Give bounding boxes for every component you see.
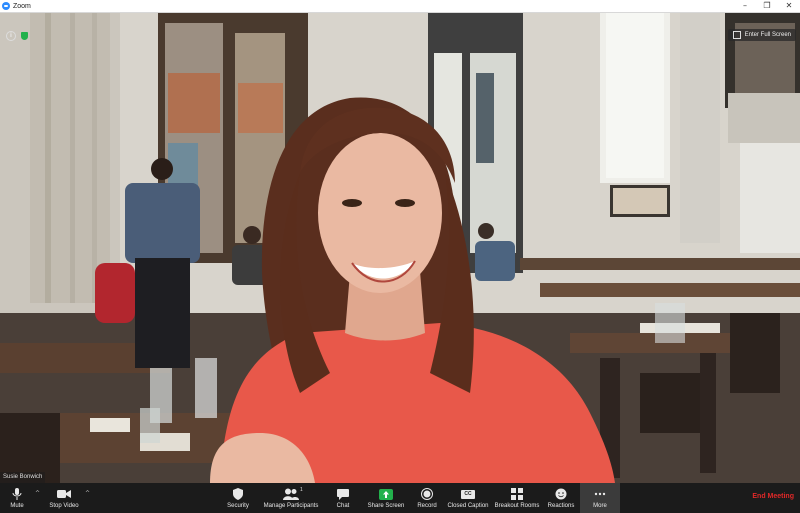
participants-icon (283, 488, 299, 500)
share-screen-icon (379, 488, 393, 500)
stop-video-button[interactable]: Stop Video (46, 483, 82, 513)
reactions-button[interactable]: Reactions (545, 483, 577, 513)
participant-count: 1 (300, 487, 303, 493)
video-options-chevron-icon[interactable]: ^ (85, 490, 90, 497)
breakout-rooms-label: Breakout Rooms (494, 503, 540, 509)
share-screen-button[interactable]: Share Screen (366, 483, 406, 513)
title-bar: Zoom – ❐ ✕ (0, 0, 800, 13)
fullscreen-icon (732, 31, 741, 39)
closed-caption-button[interactable]: CC Closed Caption (446, 483, 490, 513)
closed-caption-label: Closed Caption (447, 503, 489, 509)
chat-label: Chat (336, 503, 350, 509)
share-screen-label: Share Screen (367, 503, 405, 509)
breakout-rooms-icon (511, 488, 523, 500)
manage-participants-label: Manage Participants (263, 503, 319, 509)
reactions-emoji-icon (555, 488, 567, 500)
end-meeting-button[interactable]: End Meeting (752, 493, 794, 500)
meeting-info-icon[interactable]: i (6, 31, 16, 41)
enter-fullscreen-button[interactable]: Enter Full Screen (727, 29, 796, 41)
window-controls: – ❐ ✕ (734, 0, 800, 12)
restore-button[interactable]: ❐ (756, 0, 778, 12)
audio-options-chevron-icon[interactable]: ^ (35, 490, 40, 497)
cc-text: CC (461, 489, 475, 499)
record-button[interactable]: Record (414, 483, 440, 513)
microphone-icon (12, 488, 22, 500)
more-button[interactable]: More (580, 483, 620, 513)
encryption-shield-icon[interactable] (21, 32, 28, 40)
video-feed: i Enter Full Screen (0, 13, 800, 483)
fullscreen-label: Enter Full Screen (744, 32, 791, 38)
security-label: Security (227, 503, 249, 509)
participant-name-tag: Susie Bonwich (0, 472, 46, 483)
record-label: Record (417, 503, 437, 509)
stop-video-label: Stop Video (49, 503, 79, 509)
breakout-rooms-button[interactable]: Breakout Rooms (494, 483, 540, 513)
chat-bubble-icon (337, 488, 349, 500)
chat-button[interactable]: Chat (331, 483, 355, 513)
closed-caption-icon: CC (461, 488, 475, 500)
meeting-toolbar: Mute ^ Stop Video ^ Security 1 Manage Pa… (0, 483, 800, 513)
manage-participants-button[interactable]: 1 Manage Participants (261, 483, 321, 513)
participant-video-image (0, 13, 800, 483)
more-dots-icon (594, 488, 606, 500)
mute-label: Mute (10, 503, 24, 509)
window-title: Zoom (13, 2, 31, 10)
reactions-label: Reactions (547, 503, 575, 509)
security-shield-icon (233, 488, 243, 500)
security-button[interactable]: Security (224, 483, 252, 513)
video-camera-icon (57, 488, 71, 500)
record-icon (421, 488, 433, 500)
mute-button[interactable]: Mute (4, 483, 30, 513)
minimize-button[interactable]: – (734, 0, 756, 12)
close-button[interactable]: ✕ (778, 0, 800, 12)
more-label: More (593, 503, 607, 509)
zoom-logo-icon (2, 2, 10, 10)
